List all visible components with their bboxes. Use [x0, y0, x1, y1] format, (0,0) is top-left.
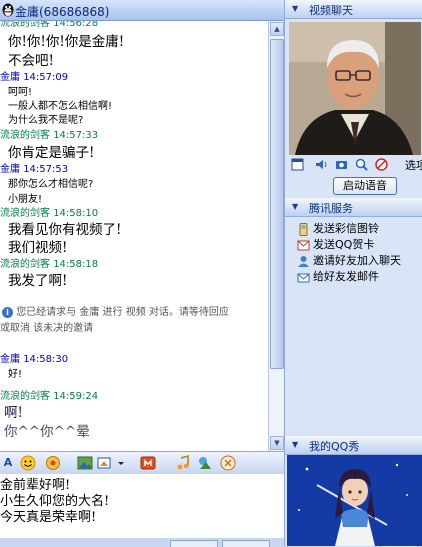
emoticon-icon[interactable]: [20, 455, 36, 471]
msg-header: 金庸 14:57:53: [0, 160, 68, 175]
service-label: 发送QQ贺卡: [313, 238, 375, 251]
msg-text: 那你怎么才相信呢?: [8, 179, 94, 190]
zoom-icon[interactable]: [355, 158, 368, 171]
close-video-icon[interactable]: [375, 158, 388, 171]
msg-header: 流浪的剑客 14:57:33: [0, 126, 98, 141]
screenshot-dropdown-icon[interactable]: [113, 455, 129, 471]
msg-text: 你^^你^^晕: [4, 424, 90, 440]
msg-text: 我看见你有视频了!: [8, 222, 122, 238]
service-item-qq-card[interactable]: 发送QQ贺卡: [297, 236, 374, 252]
sender-name: 金庸: [0, 354, 20, 365]
service-item-mms-ringtone[interactable]: 发送彩信图铃: [297, 220, 379, 236]
msg-text: 小朋友!: [8, 194, 43, 205]
screenshot-icon[interactable]: [96, 455, 112, 471]
send-image-icon[interactable]: [77, 455, 93, 471]
speaker-icon[interactable]: [315, 158, 328, 171]
music-icon[interactable]: [175, 455, 191, 471]
video-frame: [289, 22, 421, 155]
service-item-invite-chat[interactable]: 邀请好友加入聊天: [297, 252, 401, 268]
msg-text: 呵呵!: [8, 87, 33, 98]
hot-icon[interactable]: [220, 455, 236, 471]
chat-scrollbar[interactable]: ▲ ▼: [268, 21, 285, 451]
system-notice-text: 或取消 该未决的邀请: [0, 323, 94, 334]
msg-text: 好!: [8, 369, 23, 380]
scroll-thumb[interactable]: [270, 39, 284, 369]
qq-show-title: 我的QQ秀: [309, 440, 360, 453]
tencent-services-header[interactable]: ▼ 腾讯服务: [285, 198, 422, 217]
mail-icon: [297, 271, 310, 284]
start-voice-button[interactable]: 启动语音: [333, 177, 397, 195]
msg-text: 你肯定是骗子!: [8, 145, 95, 161]
qq-penguin-icon: [2, 3, 14, 17]
collapse-arrow-icon: ▼: [292, 4, 299, 13]
input-toolbar: A: [0, 451, 284, 475]
msg-time: 14:59:24: [53, 391, 99, 402]
msg-header: 流浪的剑客 14:58:10: [0, 204, 98, 219]
scene-icon[interactable]: [197, 455, 213, 471]
msg-text: 一般人都不怎么相信啊!: [8, 101, 113, 112]
window-title: 金庸(68686868): [15, 5, 110, 19]
msg-text: 你!你!你!你是金庸!: [8, 34, 125, 50]
right-side-panel: ▼ 视频聊天 选项 启动语音 ▼ 腾讯服务 发送彩信图铃 发送QQ贺卡 邀请好友…: [284, 0, 422, 546]
msg-header: 流浪的剑客 14:58:18: [0, 255, 98, 270]
msg-text: 我发了啊!: [8, 273, 68, 289]
qq-show-character-image: [287, 455, 422, 546]
collapse-arrow-icon: ▼: [292, 440, 299, 449]
scroll-up-button[interactable]: ▲: [270, 22, 284, 36]
video-chat-header[interactable]: ▼ 视频聊天: [285, 0, 422, 19]
sender-name: 金庸: [0, 72, 20, 83]
video-controls: 选项: [289, 157, 422, 173]
chat-title-bar[interactable]: 金庸(68686868): [0, 0, 284, 21]
msg-time: 14:57:09: [23, 72, 69, 83]
invite-friend-icon: [297, 255, 310, 268]
service-label: 给好友发邮件: [313, 270, 379, 283]
msg-text: 为什么我不是呢?: [8, 115, 84, 126]
msg-time: 14:58:30: [23, 354, 69, 365]
chat-history[interactable]: 流浪的剑客 14:56:28 你!你!你!你是金庸! 不会吧! 金庸 14:57…: [0, 21, 268, 451]
service-label: 邀请好友加入聊天: [313, 254, 401, 267]
msg-text: 我们视频!: [8, 240, 68, 256]
camera-icon[interactable]: [335, 158, 348, 171]
info-icon: i: [2, 306, 13, 318]
qq-show-header[interactable]: ▼ 我的QQ秀: [285, 436, 422, 455]
msg-header: 流浪的剑客 14:59:24: [0, 387, 98, 402]
mobile-phone-icon: [297, 222, 310, 236]
scroll-down-button[interactable]: ▼: [270, 436, 284, 450]
msg-text: 不会吧!: [8, 53, 54, 69]
msg-header: 金庸 14:57:09: [0, 68, 68, 83]
video-window-icon[interactable]: [291, 158, 304, 171]
service-label: 发送彩信图铃: [313, 222, 379, 235]
msg-header-cut: 流浪的剑客 14:56:28: [0, 21, 99, 29]
qq-show-avatar[interactable]: [287, 455, 422, 546]
tencent-services-title: 腾讯服务: [309, 202, 353, 215]
collapse-arrow-icon: ▼: [292, 202, 299, 211]
video-person-image: [289, 22, 421, 155]
video-options-link[interactable]: 选项: [405, 157, 422, 173]
msg-time: 14:57:53: [23, 164, 69, 175]
shake-window-icon[interactable]: [140, 455, 156, 471]
system-notice-text: 您已经请求与 金庸 进行 视频 对话。请等待回应: [16, 307, 229, 318]
msg-time: 14:57:33: [53, 130, 99, 141]
greeting-card-icon: [297, 239, 310, 252]
msg-header: 金庸 14:58:30: [0, 350, 68, 365]
sender-name: 流浪的剑客: [0, 130, 50, 141]
magic-expression-icon[interactable]: [45, 455, 61, 471]
video-chat-title: 视频聊天: [309, 4, 353, 17]
message-input[interactable]: 金前辈好啊! 小生久仰您的大名! 今天真是荣幸啊!: [0, 474, 284, 538]
font-icon[interactable]: A: [0, 455, 16, 471]
service-item-send-mail[interactable]: 给好友发邮件: [297, 268, 379, 284]
msg-text: 啊!: [4, 405, 23, 421]
input-line: 今天真是荣幸啊!: [0, 510, 97, 525]
sender-name: 金庸: [0, 164, 20, 175]
system-notice: i 您已经请求与 金庸 进行 视频 对话。请等待回应: [2, 303, 229, 318]
